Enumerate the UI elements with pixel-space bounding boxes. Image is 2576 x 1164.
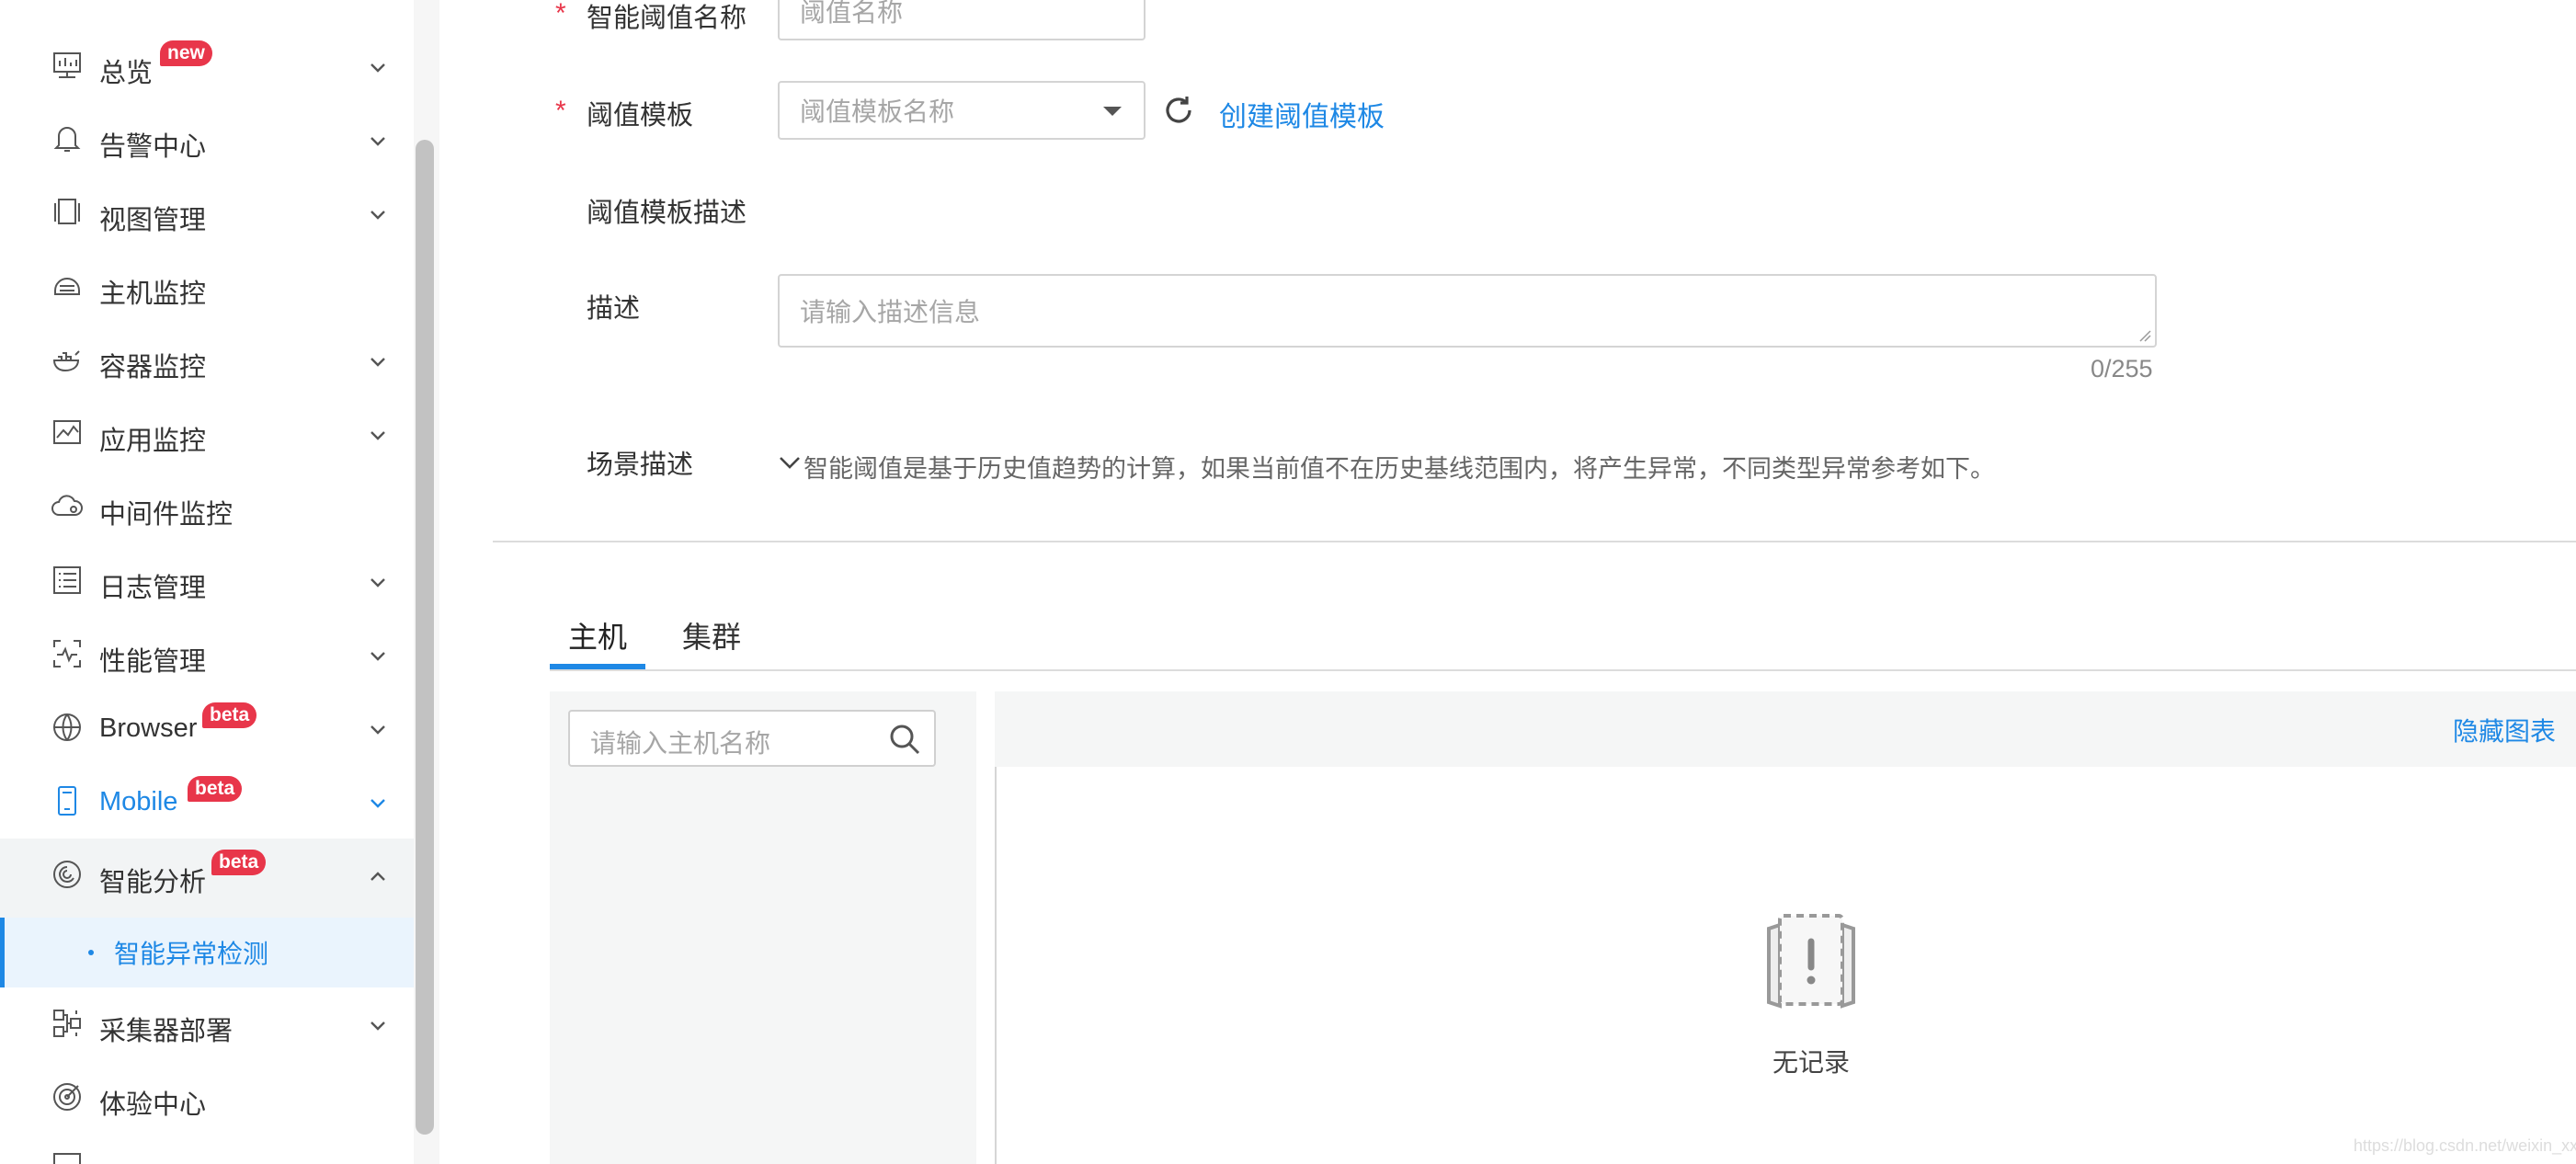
host-search-placeholder: 请输入主机名称 [590,729,771,758]
nav-label-smart-analysis: 智能分析 [99,868,207,897]
description-textarea[interactable]: 请输入描述信息 [778,274,2157,348]
create-template-link[interactable]: 创建阈值模板 [1219,94,1385,134]
target-icon [50,1079,85,1114]
cloud-icon [50,489,85,524]
nav-item-view-management[interactable]: 视图管理 [0,177,414,250]
new-badge: new [160,40,212,66]
description-counter: 0/255 [2091,355,2153,382]
nav-item-partial[interactable] [0,1135,414,1164]
nav-item-container-monitoring[interactable]: 容器监控 [0,324,414,397]
mobile-icon [50,783,85,818]
chevron-down-icon[interactable] [778,451,802,474]
nav-item-mobile[interactable]: Mobile beta [0,765,414,839]
scene-label: 场景描述 [587,451,694,480]
resize-handle-icon[interactable] [2138,329,2151,342]
chevron-down-icon[interactable] [366,423,390,447]
threshold-name-placeholder: 阈值名称 [800,0,904,27]
scene-description-text: 智能阈值是基于历史值趋势的计算，如果当前值不在历史基线范围内，将产生异常，不同类… [804,455,1995,483]
threshold-name-label: 智能阈值名称 [587,4,747,33]
template-select[interactable]: 阈值模板名称 [778,81,1146,140]
nav-label-middleware-monitoring: 中间件监控 [99,500,234,530]
watermark: https://blog.csdn.net/weixin_xxx [2354,1136,2576,1155]
template-select-placeholder: 阈值模板名称 [800,97,955,126]
search-icon[interactable] [888,723,921,756]
beta-badge: beta [211,850,267,875]
nav-item-alert-center[interactable]: 告警中心 [0,103,414,177]
nav-item-performance-management[interactable]: 性能管理 [0,618,414,691]
active-indicator [0,918,5,987]
nav-item-smart-analysis[interactable]: 智能分析 beta [0,839,414,918]
nav-label-performance-management: 性能管理 [99,647,207,677]
tab-host[interactable]: 主机 [568,614,627,656]
nav-item-host-monitoring[interactable]: 主机监控 [0,250,414,324]
nav-label-experience-center: 体验中心 [99,1090,207,1120]
analysis-icon [50,857,85,892]
nav-label-app-monitoring: 应用监控 [99,427,207,456]
required-asterisk: * [555,96,566,126]
nav-label-container-monitoring: 容器监控 [99,353,207,382]
chevron-up-icon[interactable] [366,864,390,888]
view-icon [50,195,85,230]
nav-item-middleware-monitoring[interactable]: 中间件监控 [0,471,414,544]
sub-item-anomaly-detection[interactable]: 智能异常检测 [0,918,414,987]
beta-badge: beta [202,702,257,728]
log-icon [50,563,85,598]
empty-record-text: 无记录 [1772,1048,1851,1077]
chevron-down-icon[interactable] [366,644,390,668]
container-icon [50,342,85,377]
bullet-icon [88,950,94,955]
nav-label-collector-deployment: 采集器部署 [99,1017,234,1046]
performance-icon [50,636,85,671]
caret-down-icon [1103,107,1122,116]
dashboard-icon [50,48,85,83]
sub-item-label: 智能异常检测 [114,940,269,968]
host-search-input[interactable]: 请输入主机名称 [568,710,936,767]
nav-item-app-monitoring[interactable]: 应用监控 [0,397,414,471]
nav-item-browser[interactable]: Browser beta [0,691,414,765]
nav-item-overview[interactable]: 总览 new [0,29,414,103]
chevron-down-icon[interactable] [366,129,390,153]
nav-item-collector-deployment[interactable]: 采集器部署 [0,987,414,1061]
chart-panel-header: 隐藏图表 [995,691,2576,767]
empty-record-icon [1756,910,1866,1011]
nav-item-log-management[interactable]: 日志管理 [0,544,414,618]
chevron-down-icon[interactable] [366,349,390,373]
hide-chart-link[interactable]: 隐藏图表 [2453,712,2556,748]
nav-label-log-management: 日志管理 [99,574,207,603]
nav-label-mobile: Mobile [99,787,178,816]
description-placeholder: 请输入描述信息 [800,298,981,326]
globe-icon [50,710,85,745]
chevron-down-icon[interactable] [366,791,390,815]
description-label: 描述 [587,294,641,324]
host-icon [50,268,85,303]
collector-icon [50,1006,85,1041]
nav-item-experience-center[interactable]: 体验中心 [0,1061,414,1135]
chevron-down-icon[interactable] [366,717,390,741]
chevron-down-icon[interactable] [366,1013,390,1037]
sidebar-scrollbar-thumb[interactable] [416,140,434,1135]
nav-label-view-management: 视图管理 [99,206,207,235]
template-desc-label: 阈值模板描述 [587,199,747,228]
section-divider [493,541,2576,542]
chevron-down-icon[interactable] [366,570,390,594]
nav-label-host-monitoring: 主机监控 [99,280,207,309]
chevron-down-icon[interactable] [366,55,390,79]
tab-cluster[interactable]: 集群 [682,614,741,656]
required-asterisk: * [555,0,566,29]
refresh-icon[interactable] [1160,92,1197,129]
page: 总览 new 告警中心 视图管理 主机监控 容器监控 应用监控 中间件监控 日志… [0,0,2576,1164]
sidebar: 总览 new 告警中心 视图管理 主机监控 容器监控 应用监控 中间件监控 日志… [0,0,414,1164]
tab-bar-line [550,669,2576,671]
chevron-down-icon[interactable] [366,202,390,226]
beta-badge: beta [188,776,243,802]
app-chart-icon [50,416,85,451]
nav-label-browser: Browser [99,713,198,743]
nav-label-overview: 总览 [99,59,154,88]
threshold-name-input[interactable]: 阈值名称 [778,0,1146,40]
nav-label-alert-center: 告警中心 [99,132,207,162]
help-icon [50,1149,85,1164]
bell-icon [50,121,85,156]
active-tab-indicator [550,664,645,669]
template-label: 阈值模板 [587,101,694,131]
